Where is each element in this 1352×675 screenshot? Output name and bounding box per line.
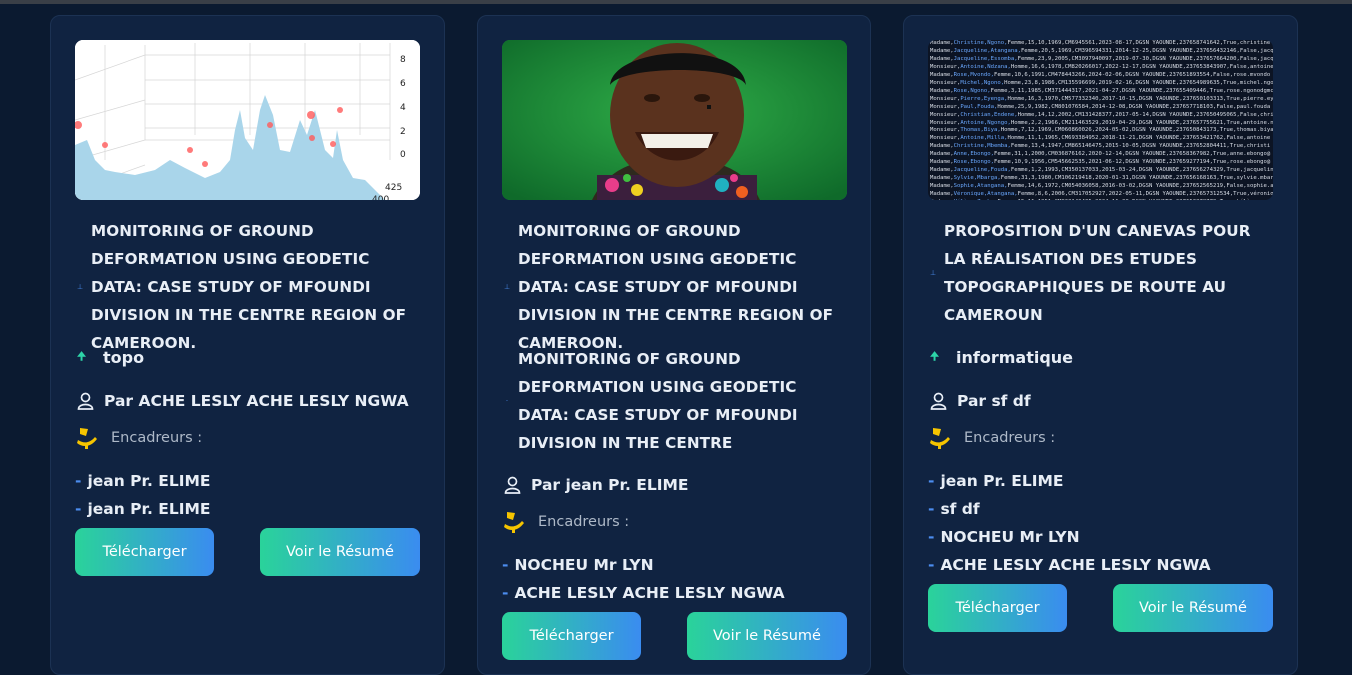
- portrait-image: [502, 40, 847, 200]
- plot-tick: 425: [385, 183, 402, 193]
- dot-icon: ·: [505, 397, 509, 405]
- user-icon: [77, 392, 94, 410]
- supervisor-item: - sf df: [928, 500, 980, 518]
- supervisors-heading: Encadreurs :: [928, 426, 1055, 450]
- arrow-up-icon: 🠉: [77, 350, 87, 363]
- author-name: Par jean Pr. ELIME: [531, 476, 689, 494]
- console-line: Madame,Sylvie,Mbarga,Femme,31,3,1980,CM1…: [930, 175, 1273, 182]
- project-title-row: ⊥ PROPOSITION D'UN CANEVAS POUR LA RÉALI…: [928, 217, 1266, 329]
- plot-tick: 6: [400, 79, 406, 89]
- console-line: Monsieur,Christian,Endene,Homme,14,12,20…: [930, 111, 1273, 118]
- console-line: Monsieur,Paul,Fouda,Homme,25,9,1982,CM80…: [930, 103, 1271, 110]
- supervisor-name: sf df: [940, 500, 980, 518]
- console-line: Monsieur,Michel,Ngono,Homme,23,8,1986,CM…: [930, 79, 1273, 86]
- plot-tick: 0: [400, 150, 406, 160]
- plot-tick: 8: [400, 55, 406, 65]
- category: 🠉 informatique: [930, 348, 1073, 367]
- category-label: informatique: [956, 348, 1074, 367]
- view-summary-button[interactable]: Voir le Résumé: [260, 528, 420, 576]
- tools-icon: [504, 512, 524, 533]
- data-listing-image: Madame,Christine,Ngono,Femme,15,10,1969,…: [928, 40, 1273, 200]
- console-line: Monsieur,Thomas,Biya,Homme,7,12,1969,CM0…: [930, 127, 1273, 134]
- project-title[interactable]: MONITORING OF GROUND DEFORMATION USING G…: [518, 217, 840, 357]
- author: Par sf df: [930, 392, 1031, 410]
- plot-thumbnail: 8 6 4 2 0 425 400: [75, 40, 420, 200]
- console-line: Madame,Jacqueline,Essomba,Femme,23,9,200…: [930, 55, 1273, 62]
- console-line: Madame,Christine,Mbemba,Femme,13,4,1947,…: [930, 143, 1271, 150]
- supervisor-item: - ACHE LESLY ACHE LESLY NGWA: [928, 556, 1211, 574]
- view-summary-button[interactable]: Voir le Résumé: [1113, 584, 1273, 632]
- supervisor-item: - ACHE LESLY ACHE LESLY NGWA: [502, 584, 785, 602]
- project-card: Madame,Christine,Ngono,Femme,15,10,1969,…: [903, 15, 1298, 675]
- supervisors-label: Encadreurs :: [111, 430, 203, 446]
- project-card: 8 6 4 2 0 425 400 ⊥ MONITORING OF GROUND…: [50, 15, 445, 675]
- project-card: ⊥ MONITORING OF GROUND DEFORMATION USING…: [477, 15, 871, 675]
- document-icon: ⊥: [503, 283, 511, 291]
- supervisors-label: Encadreurs :: [538, 514, 630, 530]
- plot-tick: 2: [400, 127, 406, 137]
- console-line: Monsieur,Antoine,Ngongo,Homme,2,2,1966,C…: [930, 119, 1273, 126]
- arrow-up-icon: 🠉: [930, 350, 940, 363]
- category: 🠉 topo: [77, 348, 144, 367]
- console-line: Madame,Anne,Ebongo,Femme,31,1,2000,CM036…: [930, 151, 1271, 158]
- console-line: Madame,Sophie,Atangana,Femme,14,6,1972,C…: [930, 183, 1273, 190]
- download-button[interactable]: Télécharger: [75, 528, 214, 576]
- supervisor-item: - jean Pr. ELIME: [75, 500, 211, 518]
- view-summary-button[interactable]: Voir le Résumé: [687, 612, 847, 660]
- supervisor-name: NOCHEU Mr LYN: [514, 556, 654, 574]
- supervisors-heading: Encadreurs :: [75, 426, 202, 450]
- console-line: Madame,Rose,Mvondo,Femme,10,6,1991,CM478…: [930, 71, 1271, 78]
- supervisor-name: jean Pr. ELIME: [940, 472, 1064, 490]
- project-title[interactable]: MONITORING OF GROUND DEFORMATION USING G…: [91, 217, 413, 357]
- photo-thumbnail: [502, 40, 847, 200]
- console-line: Madame,Hélène,Zambo,Femme,15,11,1951,CM8…: [930, 199, 1273, 200]
- download-button[interactable]: Télécharger: [928, 584, 1067, 632]
- user-icon: [930, 392, 947, 410]
- supervisor-item: - jean Pr. ELIME: [75, 472, 211, 490]
- 3d-plot-image: 8 6 4 2 0 425 400: [75, 40, 420, 200]
- supervisor-name: jean Pr. ELIME: [87, 472, 211, 490]
- console-line: Madame,Jacqueline,Atangana,Femme,20,5,19…: [930, 47, 1273, 54]
- project-subtitle: MONITORING OF GROUND DEFORMATION USING G…: [518, 350, 798, 452]
- console-line: Madame,Rose,Ebongo,Femme,10,9,1956,CM545…: [930, 159, 1271, 166]
- plot-tick: 4: [400, 103, 406, 113]
- top-bar: [0, 0, 1352, 4]
- console-line: Madame,Rose,Ngono,Femme,3,11,1985,CM3714…: [930, 87, 1273, 94]
- tools-icon: [930, 428, 950, 449]
- console-line: Monsieur,Antoine,Ndzana,Homme,16,6,1978,…: [930, 63, 1273, 70]
- supervisors-heading: Encadreurs :: [502, 510, 629, 534]
- console-thumbnail: Madame,Christine,Ngono,Femme,15,10,1969,…: [928, 40, 1273, 200]
- project-subtitle-row: · MONITORING OF GROUND DEFORMATION USING…: [502, 345, 840, 457]
- supervisors-label: Encadreurs :: [964, 430, 1056, 446]
- console-line: Madame,Jacqueline,Fouda,Femme,1,2,1993,C…: [930, 167, 1273, 174]
- author-name: Par sf df: [957, 392, 1031, 410]
- supervisor-item: - NOCHEU Mr LYN: [928, 528, 1080, 546]
- console-line: Monsieur,Antoine,Milla,Homme,11,1,1965,C…: [930, 135, 1271, 142]
- author-name: Par ACHE LESLY ACHE LESLY NGWA: [104, 392, 409, 410]
- supervisor-name: ACHE LESLY ACHE LESLY NGWA: [514, 584, 785, 602]
- document-icon: ⊥: [929, 269, 937, 277]
- supervisor-name: jean Pr. ELIME: [87, 500, 211, 518]
- author: Par jean Pr. ELIME: [504, 476, 688, 494]
- tools-icon: [77, 428, 97, 449]
- category-label: topo: [103, 348, 145, 367]
- supervisor-item: - jean Pr. ELIME: [928, 472, 1064, 490]
- plot-tick: 400: [372, 195, 389, 200]
- supervisor-name: NOCHEU Mr LYN: [940, 528, 1080, 546]
- supervisor-name: ACHE LESLY ACHE LESLY NGWA: [940, 556, 1211, 574]
- console-line: Madame,Véronique,Atangana,Femme,8,6,2006…: [930, 191, 1273, 198]
- document-icon: ⊥: [76, 283, 84, 291]
- console-line: Monsieur,Pierre,Eyenga,Homme,16,3,1970,C…: [930, 95, 1273, 102]
- project-title[interactable]: PROPOSITION D'UN CANEVAS POUR LA RÉALISA…: [944, 217, 1266, 329]
- download-button[interactable]: Télécharger: [502, 612, 641, 660]
- console-line: Madame,Christine,Ngono,Femme,15,10,1969,…: [930, 40, 1271, 46]
- project-title-row: ⊥ MONITORING OF GROUND DEFORMATION USING…: [75, 217, 413, 357]
- user-icon: [504, 476, 521, 494]
- supervisor-item: - NOCHEU Mr LYN: [502, 556, 654, 574]
- author: Par ACHE LESLY ACHE LESLY NGWA: [77, 392, 409, 410]
- project-title-row: ⊥ MONITORING OF GROUND DEFORMATION USING…: [502, 217, 840, 357]
